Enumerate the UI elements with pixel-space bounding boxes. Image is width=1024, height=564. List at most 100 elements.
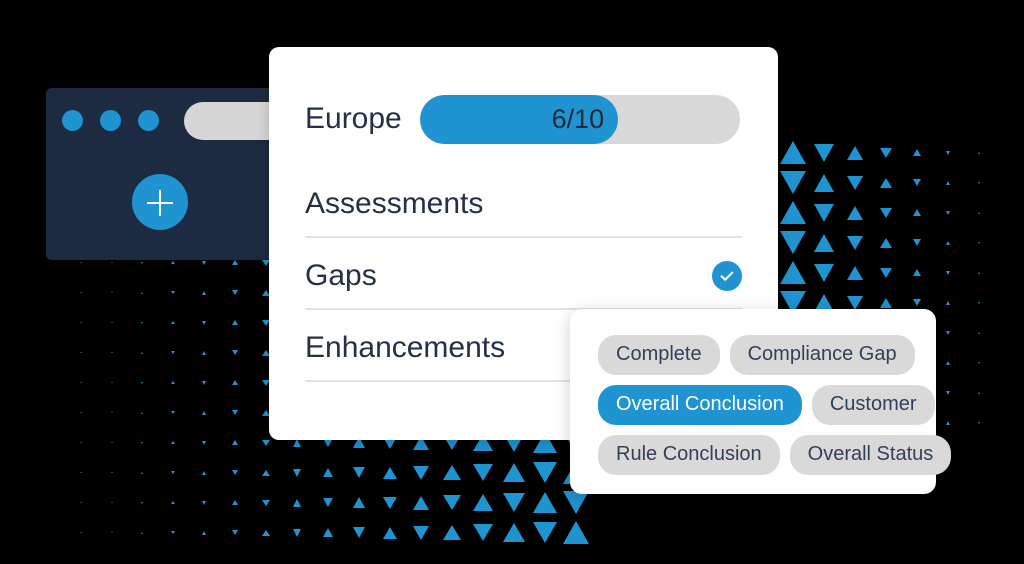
- triangle-shape: [880, 177, 893, 188]
- triangle-shape: [978, 301, 981, 304]
- triangle-shape: [847, 205, 864, 220]
- triangle-shape: [171, 411, 176, 415]
- triangle-shape: [533, 522, 558, 544]
- triangle-shape: [945, 300, 950, 305]
- chip-row: Overall Conclusion Customer: [598, 385, 936, 425]
- triangle-shape: [413, 525, 430, 540]
- triangle-shape: [262, 499, 271, 506]
- triangle-shape: [813, 173, 834, 192]
- triangle-shape: [141, 411, 144, 414]
- triangle-shape: [353, 497, 366, 509]
- triangle-shape: [232, 470, 239, 476]
- triangle-shape: [232, 260, 239, 266]
- triangle-shape: [533, 492, 558, 514]
- triangle-shape: [201, 410, 206, 415]
- triangle-shape: [383, 466, 398, 479]
- triangle-shape: [813, 263, 834, 282]
- triangle-shape: [533, 462, 558, 484]
- triangle-shape: [473, 494, 494, 512]
- triangle-shape: [913, 239, 922, 247]
- chip-customer[interactable]: Customer: [811, 385, 935, 425]
- triangle-shape: [171, 261, 176, 265]
- triangle-shape: [110, 532, 113, 534]
- triangle-shape: [913, 269, 922, 277]
- illustration-canvas: Europe 6/10 Assessments Gaps Enhancement…: [0, 0, 1024, 564]
- triangle-shape: [232, 440, 239, 446]
- triangle-shape: [847, 235, 864, 250]
- check-circle-icon[interactable]: [712, 261, 742, 291]
- triangle-shape: [201, 260, 206, 265]
- row-label: Enhancements: [305, 331, 506, 364]
- triangle-shape: [171, 501, 176, 505]
- triangle-shape: [780, 231, 806, 255]
- triangle-shape: [141, 531, 144, 534]
- triangle-shape: [141, 501, 144, 504]
- chip-overall-conclusion[interactable]: Overall Conclusion: [598, 385, 802, 425]
- triangle-shape: [171, 471, 176, 475]
- chip-rule-conclusion[interactable]: Rule Conclusion: [598, 435, 780, 475]
- triangle-shape: [913, 149, 922, 157]
- triangle-shape: [978, 421, 981, 424]
- region-label: Europe: [305, 102, 402, 135]
- triangle-shape: [232, 410, 239, 416]
- triangle-shape: [353, 467, 366, 479]
- triangle-shape: [945, 240, 950, 245]
- triangle-shape: [443, 525, 462, 541]
- chip-complete[interactable]: Complete: [598, 335, 720, 375]
- chip-overall-status[interactable]: Overall Status: [789, 435, 952, 475]
- triangle-shape: [262, 529, 271, 536]
- triangle-shape: [880, 297, 893, 308]
- triangle-shape: [443, 465, 462, 481]
- triangle-shape: [780, 261, 806, 285]
- triangle-shape: [913, 209, 922, 217]
- triangle-shape: [473, 464, 494, 482]
- triangle-shape: [141, 321, 144, 324]
- triangle-shape: [79, 502, 82, 504]
- progress-bar[interactable]: 6/10: [419, 94, 740, 144]
- triangle-shape: [503, 493, 526, 513]
- triangle-shape: [201, 320, 206, 325]
- triangle-shape: [383, 496, 398, 509]
- triangle-shape: [443, 495, 462, 511]
- triangle-shape: [232, 290, 239, 296]
- triangle-shape: [79, 472, 82, 474]
- triangle-shape: [847, 295, 864, 310]
- card-row-assessments[interactable]: Assessments: [305, 172, 742, 238]
- window-dot-icon: [138, 110, 159, 131]
- triangle-shape: [503, 523, 526, 543]
- add-button[interactable]: [132, 174, 188, 230]
- triangle-shape: [171, 321, 176, 325]
- triangle-shape: [292, 528, 301, 537]
- triangle-shape: [473, 524, 494, 542]
- plus-icon: [159, 189, 161, 216]
- triangle-shape: [978, 181, 981, 184]
- window-dot-icon: [62, 110, 83, 131]
- triangle-shape: [913, 179, 922, 187]
- card-row-gaps[interactable]: Gaps: [305, 244, 742, 310]
- triangle-shape: [813, 203, 834, 222]
- triangle-shape: [292, 468, 301, 477]
- triangle-shape: [945, 330, 950, 335]
- chip-compliance-gap[interactable]: Compliance Gap: [729, 335, 915, 375]
- triangle-shape: [232, 320, 239, 326]
- triangle-shape: [141, 471, 144, 474]
- triangle-shape: [201, 350, 206, 355]
- row-label: Assessments: [305, 187, 484, 220]
- triangle-shape: [813, 233, 834, 252]
- progress-bar-fill: 6/10: [419, 94, 619, 144]
- triangle-shape: [978, 211, 981, 214]
- triangle-shape: [141, 381, 144, 384]
- triangle-shape: [232, 500, 239, 506]
- triangle-shape: [79, 442, 82, 444]
- triangle-shape: [780, 171, 806, 195]
- triangle-shape: [847, 145, 864, 160]
- triangle-shape: [110, 292, 113, 294]
- triangle-shape: [232, 350, 239, 356]
- row-label: Gaps: [305, 259, 377, 292]
- triangle-shape: [563, 521, 589, 545]
- triangle-shape: [780, 141, 806, 165]
- triangle-shape: [563, 491, 589, 515]
- triangle-shape: [813, 143, 834, 162]
- triangle-shape: [292, 498, 301, 507]
- triangle-shape: [201, 470, 206, 475]
